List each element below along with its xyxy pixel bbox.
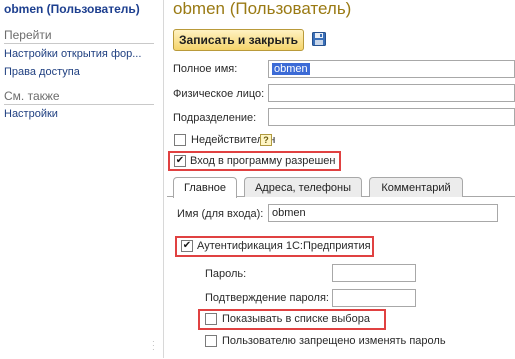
save-and-close-button[interactable]: Записать и закрыть [173,29,304,51]
password-confirm-label: Подтверждение пароля: [205,292,329,304]
tab-addresses-phones[interactable]: Адреса, телефоны [244,177,362,197]
login-name-label: Имя (для входа): [177,208,264,220]
left-panel-title: obmen (Пользователь) [4,2,140,16]
department-label: Подразделение: [173,112,257,124]
no-change-password-label: Пользователю запрещено изменять пароль [222,335,446,347]
person-label: Физическое лицо: [173,88,265,100]
form-title: obmen (Пользователь) [173,0,352,18]
full-name-value: obmen [272,63,310,75]
login-name-field[interactable]: obmen [268,204,498,222]
full-name-field[interactable]: obmen [268,60,515,78]
invalid-checkbox[interactable] [174,134,186,146]
password-confirm-field[interactable] [332,289,416,307]
help-icon[interactable]: ? [260,134,272,146]
goto-divider [4,43,154,44]
login-allowed-label: Вход в программу разрешен [190,155,336,167]
auth-1c-checkbox[interactable]: ✔ [181,240,193,252]
tab-main[interactable]: Главное [173,177,237,198]
password-label: Пароль: [205,268,247,280]
see-also-section-header: См. также [4,89,60,103]
person-field[interactable] [268,84,515,102]
nav-link-form-settings[interactable]: Настройки открытия фор... [4,48,141,60]
nav-link-access-rights[interactable]: Права доступа [4,66,80,78]
save-icon[interactable] [312,32,326,46]
show-in-list-checkbox[interactable] [205,313,217,325]
nav-link-settings[interactable]: Настройки [4,108,58,120]
department-field[interactable] [268,108,515,126]
password-field[interactable] [332,264,416,282]
full-name-label: Полное имя: [173,63,238,75]
no-change-password-checkbox[interactable] [205,335,217,347]
splitter-grip[interactable]: · · · [152,338,156,354]
tab-comment[interactable]: Комментарий [369,177,463,197]
see-also-divider [4,104,154,105]
auth-1c-label: Аутентификация 1С:Предприятия [197,240,371,252]
login-allowed-checkbox[interactable]: ✔ [174,155,186,167]
goto-section-header: Перейти [4,28,52,42]
show-in-list-label: Показывать в списке выбора [222,313,370,325]
